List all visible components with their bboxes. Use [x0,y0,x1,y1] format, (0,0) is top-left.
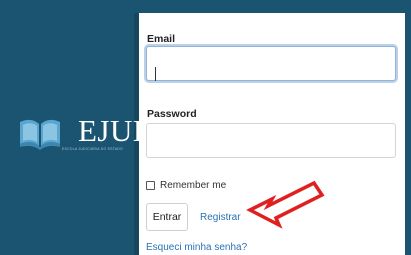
window-frame-top [0,0,411,13]
password-field[interactable] [146,123,396,158]
email-label: Email [147,33,176,45]
ejud-logo: EJUD ESCOLA JUDICIÁRIA DO ESTADO [18,113,155,153]
entrar-button[interactable]: Entrar [146,203,188,231]
registrar-link[interactable]: Registrar [200,212,241,223]
logo-tagline: ESCOLA JUDICIÁRIA DO ESTADO [62,147,123,151]
red-arrow-pointer-icon [246,180,325,229]
remember-me-checkbox[interactable] [146,180,155,190]
forgot-password-link[interactable]: Esqueci minha senha? [146,242,247,253]
remember-me-label: Remember me [160,179,227,191]
window-frame-right [405,0,411,255]
password-label: Password [147,108,197,120]
email-field[interactable] [146,46,396,81]
open-book-icon [20,119,60,150]
remember-me[interactable]: Remember me [146,178,226,192]
text-caret [155,67,156,81]
